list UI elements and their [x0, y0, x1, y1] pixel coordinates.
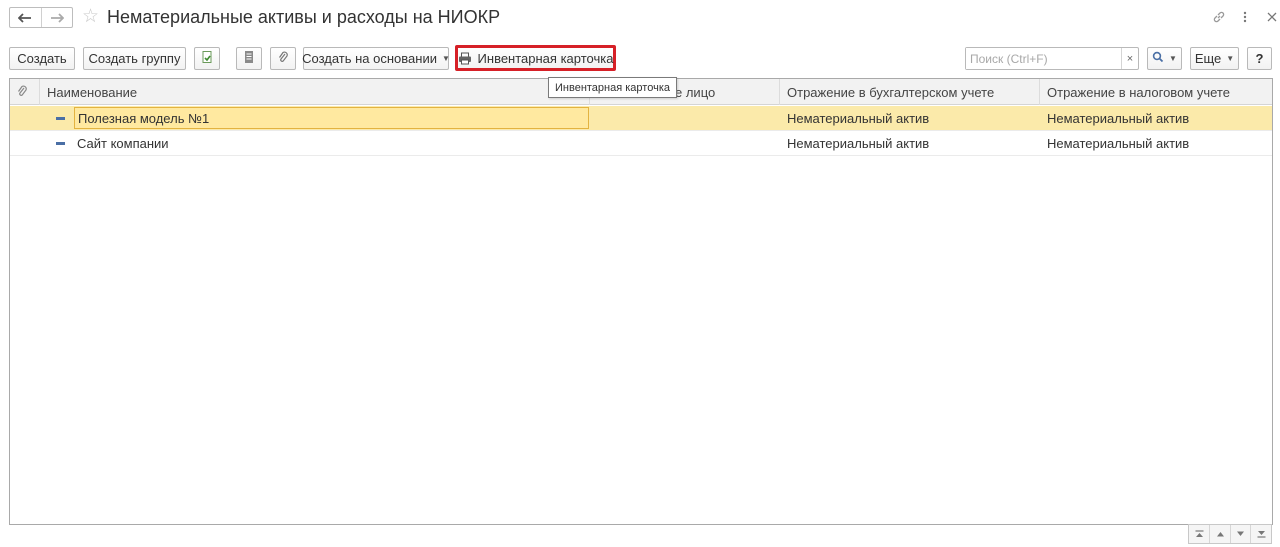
item-marker-icon — [56, 142, 65, 145]
create-button[interactable]: Создать — [9, 47, 75, 70]
column-header-tax[interactable]: Отражение в налоговом учете — [1040, 79, 1272, 105]
row-responsible-cell[interactable] — [590, 131, 780, 156]
copy-document-icon — [200, 50, 214, 67]
arrow-right-icon — [50, 10, 65, 26]
row-tax-cell[interactable]: Нематериальный актив — [1040, 106, 1272, 131]
create-based-on-label: Создать на основании — [302, 51, 437, 66]
row-accounting-cell[interactable]: Нематериальный актив — [780, 131, 1040, 156]
row-name-cell[interactable]: Сайт компании — [74, 132, 589, 154]
table-row[interactable]: Полезная модель №1 Нематериальный актив … — [10, 106, 1272, 131]
create-group-button[interactable]: Создать группу — [83, 47, 186, 70]
help-button[interactable]: ? — [1247, 47, 1272, 70]
more-button[interactable]: Еще ▼ — [1190, 47, 1239, 70]
attachment-button[interactable] — [270, 47, 296, 70]
more-vertical-icon[interactable] — [1237, 9, 1253, 25]
arrow-left-icon — [18, 10, 32, 26]
link-icon[interactable] — [1211, 9, 1227, 25]
attachment-column-header[interactable] — [10, 79, 40, 105]
favorite-star-icon[interactable]: ☆ — [82, 7, 99, 27]
column-header-accounting[interactable]: Отражение в бухгалтерском учете — [780, 79, 1040, 105]
forward-button[interactable] — [40, 8, 72, 27]
inventory-card-label: Инвентарная карточка — [477, 50, 614, 66]
data-table: Наименование е лицо Отражение в бухгалте… — [9, 78, 1273, 525]
page-title: Нематериальные активы и расходы на НИОКР — [107, 7, 501, 27]
title-bar: ☆ Нематериальные активы и расходы на НИО… — [0, 0, 1280, 38]
column-header-name[interactable]: Наименование — [40, 79, 590, 105]
row-accounting-cell[interactable]: Нематериальный актив — [780, 106, 1040, 131]
paperclip-icon — [277, 50, 289, 67]
back-button[interactable] — [10, 8, 41, 27]
close-icon[interactable] — [1264, 9, 1280, 25]
search-options-button[interactable]: ▼ — [1147, 47, 1182, 70]
item-marker-icon — [56, 117, 65, 120]
scroll-up-button[interactable] — [1209, 525, 1230, 543]
printer-icon — [458, 52, 472, 65]
search-field: × — [965, 47, 1139, 70]
search-icon — [1152, 51, 1164, 66]
chevron-down-icon: ▼ — [441, 54, 450, 63]
more-label: Еще — [1194, 51, 1222, 66]
create-based-on-button[interactable]: Создать на основании ▼ — [302, 47, 450, 70]
command-bar: Создать Создать группу Создать на основа… — [0, 45, 1280, 71]
paperclip-icon — [16, 84, 28, 101]
tooltip: Инвентарная карточка — [548, 77, 677, 98]
list-navigation — [1188, 524, 1272, 544]
row-name-cell[interactable]: Полезная модель №1 — [74, 107, 589, 129]
scroll-to-top-button[interactable] — [1189, 525, 1209, 543]
scroll-to-bottom-button[interactable] — [1250, 525, 1271, 543]
chevron-down-icon: ▼ — [1169, 54, 1177, 63]
row-tax-cell[interactable]: Нематериальный актив — [1040, 131, 1272, 156]
search-input[interactable] — [966, 48, 1121, 69]
chevron-down-icon: ▼ — [1226, 54, 1235, 63]
list-icon — [243, 50, 255, 67]
clear-search-button[interactable]: × — [1121, 48, 1138, 69]
scroll-down-button[interactable] — [1229, 525, 1251, 543]
list-view-button[interactable] — [236, 47, 262, 70]
inventory-card-button[interactable]: Инвентарная карточка — [455, 45, 616, 71]
table-row[interactable]: Сайт компании Нематериальный актив Немат… — [10, 131, 1272, 156]
navigation-buttons — [9, 7, 73, 28]
copy-button[interactable] — [194, 47, 220, 70]
row-responsible-cell[interactable] — [590, 106, 780, 131]
